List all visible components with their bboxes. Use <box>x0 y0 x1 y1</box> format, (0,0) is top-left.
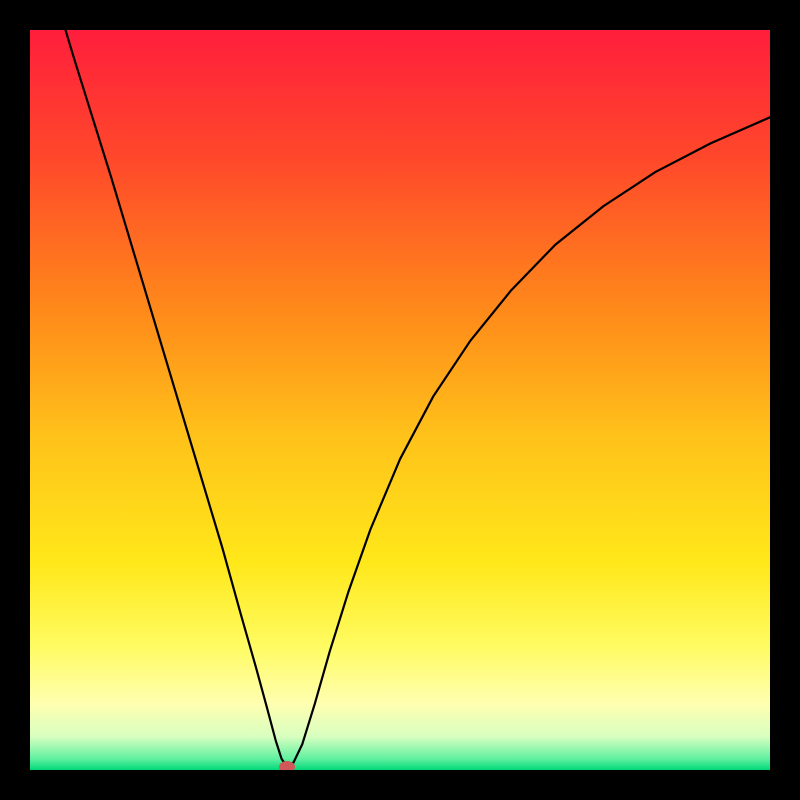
watermark-text: TheBottleneck.com <box>579 6 772 32</box>
minimum-marker <box>279 761 295 770</box>
curve-layer <box>30 30 770 770</box>
bottleneck-curve <box>66 30 770 766</box>
plot-area <box>30 30 770 770</box>
